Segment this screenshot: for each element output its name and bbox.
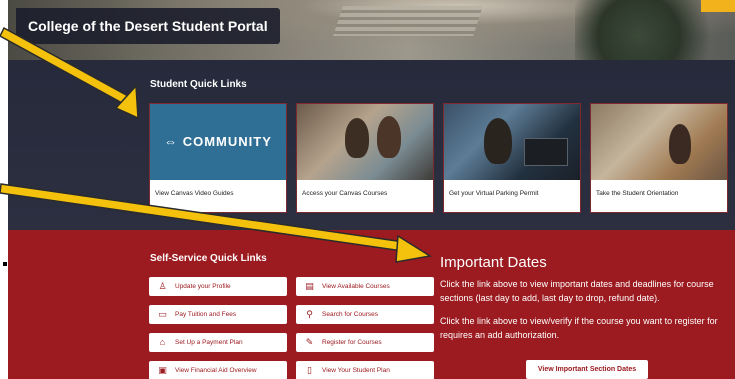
arrow-to-important-dates [0, 183, 433, 263]
annotation-arrows [0, 26, 433, 263]
arrow-to-community-card [0, 26, 139, 120]
